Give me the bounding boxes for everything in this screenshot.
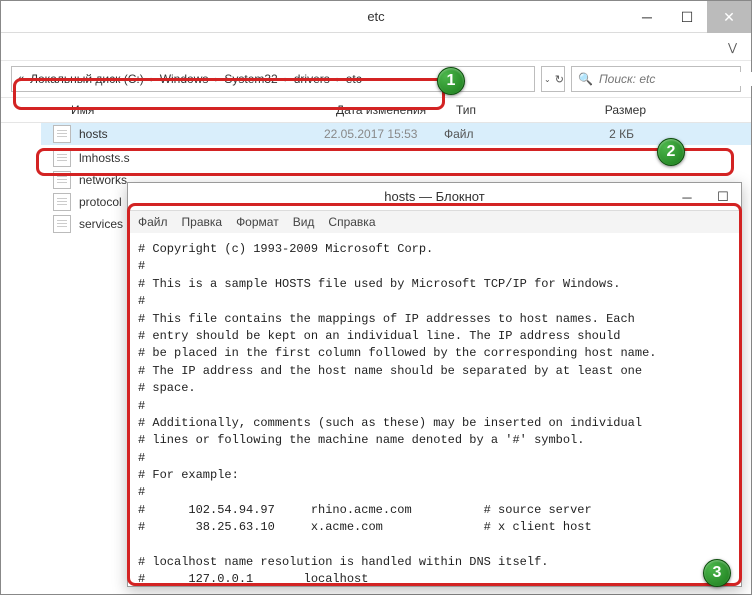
file-name: protocol xyxy=(79,195,122,209)
notepad-maximize-button[interactable]: ☐ xyxy=(705,183,741,211)
breadcrumb-item[interactable]: drivers xyxy=(294,72,330,86)
minimize-button[interactable]: ─ xyxy=(627,1,667,33)
column-date[interactable]: Дата изменения xyxy=(336,103,456,117)
file-icon xyxy=(53,215,71,233)
menu-format[interactable]: Формат xyxy=(236,215,279,229)
menu-view[interactable]: Вид xyxy=(293,215,315,229)
search-icon: 🔍 xyxy=(578,72,593,86)
window-controls: ─ ☐ ✕ xyxy=(627,1,751,33)
file-type: Файл xyxy=(444,127,564,141)
menu-edit[interactable]: Правка xyxy=(182,215,223,229)
file-name: networks xyxy=(79,173,127,187)
notepad-title: hosts — Блокнот xyxy=(384,189,484,204)
chevron-right-icon: › xyxy=(282,74,290,84)
file-icon xyxy=(53,171,71,189)
file-name: lmhosts.s xyxy=(79,151,130,165)
file-name: hosts xyxy=(79,127,324,141)
file-row-hosts[interactable]: hosts 22.05.2017 15:53 Файл 2 КБ xyxy=(41,123,751,145)
notepad-minimize-button[interactable]: ─ xyxy=(669,183,705,211)
chevron-right-icon: › xyxy=(334,74,342,84)
ribbon-row: ⋁ xyxy=(1,33,751,61)
breadcrumb-item[interactable]: Windows xyxy=(160,72,209,86)
breadcrumb-item[interactable]: Локальный диск (C:) xyxy=(30,72,144,86)
refresh-button[interactable]: ⌄ ↻ xyxy=(541,66,565,92)
chevron-right-icon: › xyxy=(212,74,220,84)
column-name[interactable]: Имя xyxy=(71,103,336,117)
ribbon-expand-icon[interactable]: ⋁ xyxy=(728,41,737,54)
column-headers: Имя Дата изменения Тип Размер xyxy=(1,97,751,123)
column-type[interactable]: Тип xyxy=(456,103,576,117)
file-icon xyxy=(53,149,71,167)
file-icon xyxy=(53,125,71,143)
breadcrumb[interactable]: « Локальный диск (C:) › Windows › System… xyxy=(11,66,535,92)
notepad-titlebar[interactable]: hosts — Блокнот ─ ☐ xyxy=(128,183,741,211)
file-icon xyxy=(53,193,71,211)
refresh-icon: ↻ xyxy=(555,73,564,86)
file-date: 22.05.2017 15:53 xyxy=(324,127,444,141)
file-size: 2 КБ xyxy=(564,127,644,141)
maximize-button[interactable]: ☐ xyxy=(667,1,707,33)
breadcrumb-item[interactable]: System32 xyxy=(224,72,277,86)
notepad-window-controls: ─ ☐ xyxy=(669,183,741,211)
explorer-titlebar: etc ─ ☐ ✕ xyxy=(1,1,751,33)
menu-file[interactable]: Файл xyxy=(138,215,168,229)
file-name: services xyxy=(79,217,123,231)
sidebar-tree[interactable] xyxy=(1,123,41,235)
breadcrumb-overflow-icon[interactable]: « xyxy=(18,73,24,85)
close-button[interactable]: ✕ xyxy=(707,1,751,33)
notepad-content[interactable]: # Copyright (c) 1993-2009 Microsoft Corp… xyxy=(128,233,741,586)
column-size[interactable]: Размер xyxy=(576,103,656,117)
search-input[interactable] xyxy=(599,72,752,86)
notepad-menubar: Файл Правка Формат Вид Справка xyxy=(128,211,741,233)
explorer-title: etc xyxy=(367,9,384,24)
chevron-down-icon: ⌄ xyxy=(544,75,551,84)
menu-help[interactable]: Справка xyxy=(328,215,375,229)
chevron-right-icon: › xyxy=(148,74,156,84)
search-box[interactable]: 🔍 xyxy=(571,66,741,92)
breadcrumb-item[interactable]: etc xyxy=(346,72,362,86)
address-row: « Локальный диск (C:) › Windows › System… xyxy=(1,61,751,97)
file-row[interactable]: lmhosts.s xyxy=(41,147,751,169)
notepad-window: hosts — Блокнот ─ ☐ Файл Правка Формат В… xyxy=(127,182,742,587)
